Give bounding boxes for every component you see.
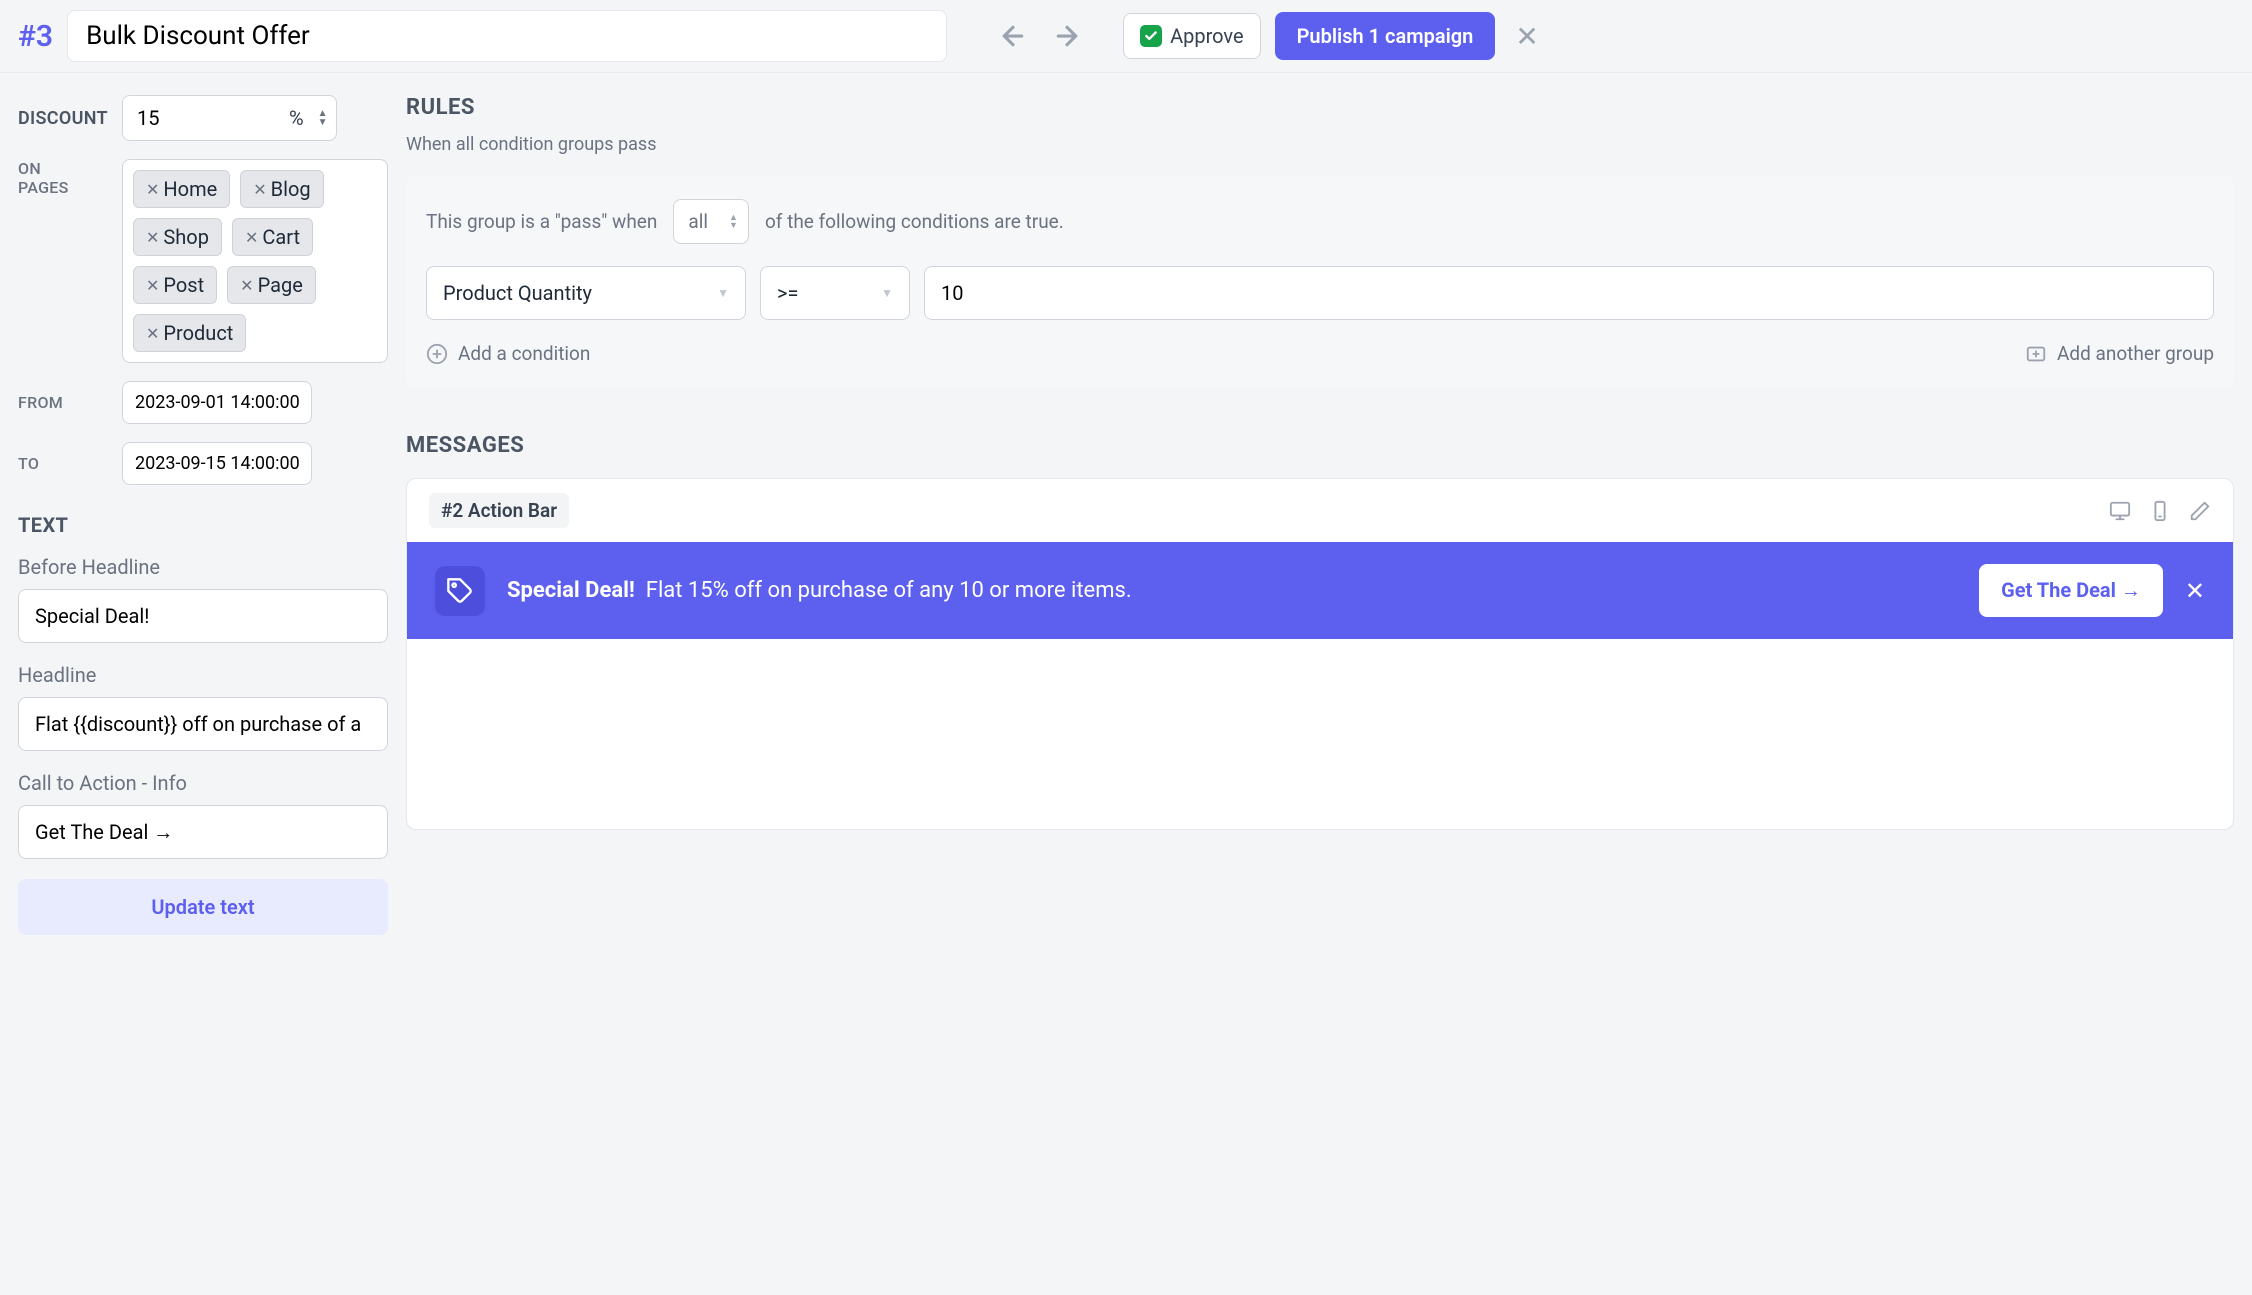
tag-remove-icon[interactable]: ✕ (146, 180, 159, 199)
add-group-label: Add another group (2057, 342, 2214, 365)
page-tag[interactable]: ✕Page (227, 266, 316, 304)
arrow-left-icon (998, 21, 1028, 51)
from-date-input[interactable] (122, 381, 312, 424)
action-bar-close-icon[interactable]: ✕ (2185, 577, 2205, 605)
tag-remove-icon[interactable]: ✕ (146, 276, 159, 295)
check-icon (1140, 25, 1162, 47)
text-section-title: TEXT (18, 513, 388, 537)
add-group-button[interactable]: Add another group (2025, 342, 2214, 365)
condition-field-value: Product Quantity (443, 281, 592, 305)
plus-circle-icon (426, 343, 448, 365)
page-tag[interactable]: ✕Shop (133, 218, 222, 256)
discount-value-input[interactable] (123, 96, 283, 140)
approve-button[interactable]: Approve (1123, 13, 1261, 59)
action-bar-bold: Special Deal! (507, 578, 635, 603)
on-pages-label: ON PAGES (18, 159, 108, 197)
from-label: FROM (18, 393, 108, 412)
action-bar-preview: Special Deal! Flat 15% off on purchase o… (407, 542, 2233, 639)
page-tag[interactable]: ✕Post (133, 266, 217, 304)
group-suffix: of the following conditions are true. (765, 210, 1064, 233)
folder-plus-icon (2025, 343, 2047, 365)
headline-input[interactable] (18, 697, 388, 751)
action-bar-text: Special Deal! Flat 15% off on purchase o… (507, 578, 1957, 603)
cta-input[interactable] (18, 805, 388, 859)
main-panel: RULES When all condition groups pass Thi… (406, 95, 2234, 830)
publish-button[interactable]: Publish 1 campaign (1275, 12, 1496, 60)
chevron-down-icon: ▼ (717, 286, 729, 300)
group-mode-select[interactable]: all ▲▼ (673, 199, 749, 244)
sidebar: DISCOUNT % ▲▼ ON PAGES ✕Home✕Blog✕Shop✕C… (18, 95, 388, 935)
tag-remove-icon[interactable]: ✕ (245, 228, 258, 247)
tag-remove-icon[interactable]: ✕ (146, 324, 159, 343)
page-tag[interactable]: ✕Cart (232, 218, 313, 256)
cta-label: Call to Action - Info (18, 771, 388, 795)
discount-stepper[interactable]: ▲▼ (310, 105, 336, 131)
rules-subtitle: When all condition groups pass (406, 134, 2234, 155)
action-bar-body: Flat 15% off on purchase of any 10 or mo… (646, 578, 1132, 603)
page-tags-box[interactable]: ✕Home ✕Blog ✕Shop ✕Cart ✕Post ✕Page ✕Product (122, 159, 388, 363)
to-date-input[interactable] (122, 442, 312, 485)
rules-title: RULES (406, 95, 2234, 120)
tag-remove-icon[interactable]: ✕ (146, 228, 159, 247)
condition-operator-value: >= (777, 281, 798, 305)
page-tag[interactable]: ✕Blog (240, 170, 323, 208)
message-body-blank (407, 639, 2233, 829)
top-bar: #3 Approve Publish 1 campaign ✕ (0, 0, 2252, 73)
update-text-button[interactable]: Update text (18, 879, 388, 935)
campaign-title-input[interactable] (67, 10, 947, 62)
page-tag[interactable]: ✕Home (133, 170, 230, 208)
approve-label: Approve (1170, 24, 1244, 48)
rules-card: This group is a "pass" when all ▲▼ of th… (406, 175, 2234, 389)
message-badge: #2 Action Bar (429, 493, 569, 528)
add-condition-label: Add a condition (458, 342, 590, 365)
chevron-updown-icon: ▲▼ (729, 214, 738, 230)
discount-label: DISCOUNT (18, 108, 108, 129)
to-label: TO (18, 454, 108, 473)
group-prefix: This group is a "pass" when (426, 210, 657, 233)
condition-operator-select[interactable]: >= ▼ (760, 266, 910, 320)
get-deal-button[interactable]: Get The Deal → (1979, 564, 2163, 617)
arrow-right-icon (1052, 21, 1082, 51)
add-condition-button[interactable]: Add a condition (426, 342, 590, 365)
chevron-down-icon: ▼ (881, 286, 893, 300)
before-headline-input[interactable] (18, 589, 388, 643)
page-tag[interactable]: ✕Product (133, 314, 246, 352)
headline-label: Headline (18, 663, 388, 687)
before-headline-label: Before Headline (18, 555, 388, 579)
messages-title: MESSAGES (406, 433, 2234, 458)
edit-icon[interactable] (2189, 500, 2211, 522)
close-icon[interactable]: ✕ (1509, 20, 1544, 53)
tag-remove-icon[interactable]: ✕ (240, 276, 253, 295)
prev-arrow-button[interactable] (991, 14, 1035, 58)
message-card: #2 Action Bar Special Deal! Flat 15% off… (406, 478, 2234, 830)
nav-arrows (991, 14, 1089, 58)
tag-remove-icon[interactable]: ✕ (253, 180, 266, 199)
mobile-icon[interactable] (2149, 500, 2171, 522)
group-mode-value: all (688, 210, 708, 233)
tag-icon (435, 566, 485, 616)
campaign-number: #3 (18, 19, 53, 54)
condition-field-select[interactable]: Product Quantity ▼ (426, 266, 746, 320)
discount-input-group: % ▲▼ (122, 95, 337, 141)
discount-unit: % (283, 106, 310, 130)
condition-value-input[interactable] (924, 266, 2214, 320)
next-arrow-button[interactable] (1045, 14, 1089, 58)
desktop-icon[interactable] (2109, 500, 2131, 522)
